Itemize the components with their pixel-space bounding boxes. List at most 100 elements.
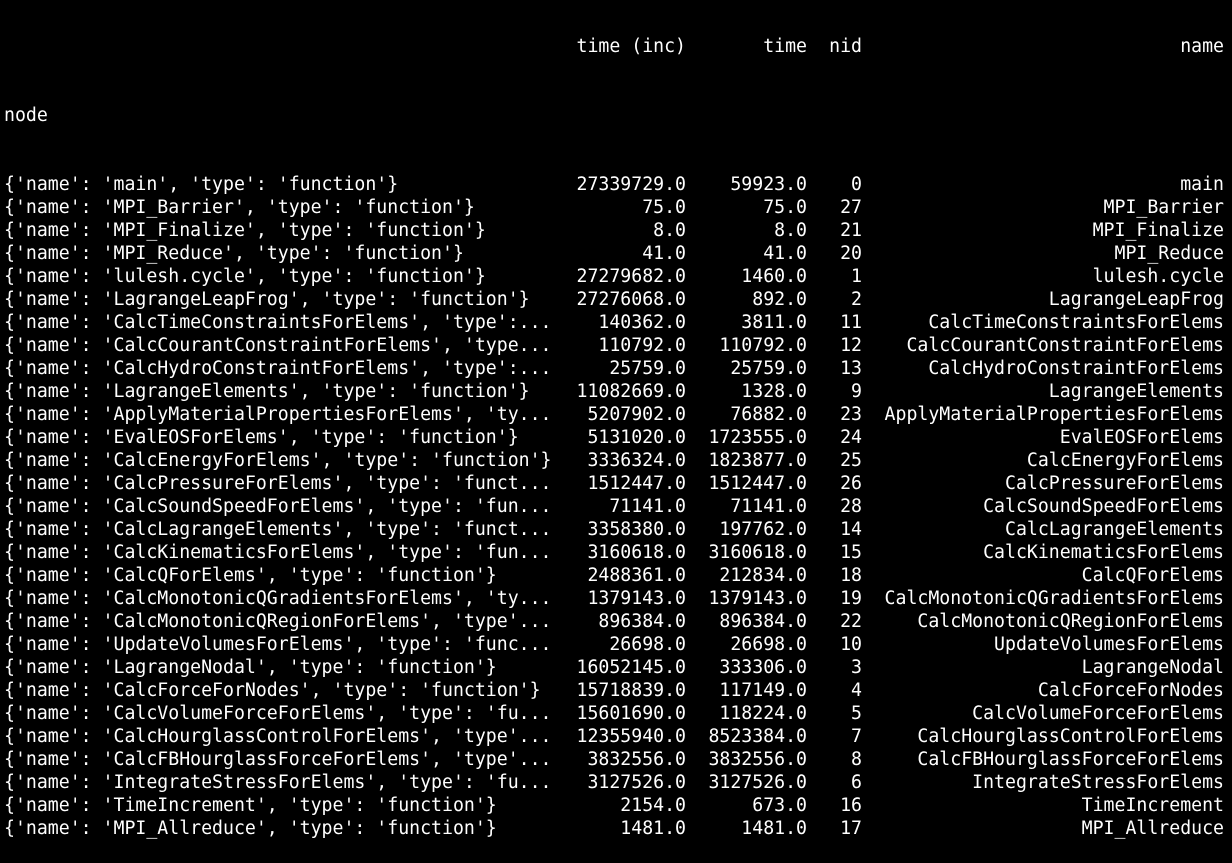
nid-cell: 20	[840, 243, 862, 264]
nid-cell: 19	[840, 588, 862, 609]
table-row: {'name': 'IntegrateStressForElems', 'typ…	[0, 771, 1232, 794]
index-label: node	[4, 105, 48, 126]
node-cell: {'name': 'TimeIncrement', 'type': 'funct…	[4, 795, 497, 816]
name-cell: LagrangeElements	[1048, 381, 1224, 402]
time-inc-cell: 12355940.0	[576, 726, 687, 747]
time-cell: 26698.0	[730, 634, 807, 655]
time-inc-cell: 2488361.0	[587, 565, 686, 586]
name-cell: CalcMonotonicQRegionForElems	[917, 611, 1224, 632]
node-cell: {'name': 'CalcKinematicsForElems', 'type…	[4, 542, 552, 563]
table-row: {'name': 'CalcKinematicsForElems', 'type…	[0, 541, 1232, 564]
node-cell: {'name': 'ApplyMaterialPropertiesForElem…	[4, 404, 552, 425]
column-header-time-inc: time (inc)	[576, 36, 687, 57]
time-inc-cell: 3127526.0	[587, 772, 686, 793]
time-inc-cell: 2154.0	[620, 795, 686, 816]
time-inc-cell: 27339729.0	[576, 174, 687, 195]
nid-cell: 6	[851, 772, 862, 793]
name-cell: EvalEOSForElems	[1059, 427, 1224, 448]
nid-cell: 14	[840, 519, 862, 540]
nid-cell: 7	[851, 726, 862, 747]
time-cell: 3127526.0	[708, 772, 807, 793]
time-inc-cell: 1512447.0	[587, 473, 686, 494]
time-cell: 1460.0	[741, 266, 807, 287]
name-cell: CalcTimeConstraintsForElems	[928, 312, 1224, 333]
table-row: {'name': 'main', 'type': 'function'} 2733…	[0, 173, 1232, 196]
table-row: {'name': 'CalcEnergyForElems', 'type': '…	[0, 449, 1232, 472]
time-cell: 197762.0	[719, 519, 807, 540]
time-cell: 41.0	[763, 243, 807, 264]
node-cell: {'name': 'CalcFBHourglassForceForElems',…	[4, 749, 552, 770]
time-cell: 25759.0	[730, 358, 807, 379]
nid-cell: 1	[851, 266, 862, 287]
nid-cell: 24	[840, 427, 862, 448]
node-cell: {'name': 'IntegrateStressForElems', 'typ…	[4, 772, 552, 793]
nid-cell: 4	[851, 680, 862, 701]
table-row: {'name': 'MPI_Allreduce', 'type': 'funct…	[0, 817, 1232, 840]
time-cell: 1723555.0	[708, 427, 807, 448]
column-header-nid: nid	[829, 36, 862, 57]
node-cell: {'name': 'LagrangeNodal', 'type': 'funct…	[4, 657, 497, 678]
node-cell: {'name': 'CalcForceForNodes', 'type': 'f…	[4, 680, 541, 701]
node-cell: {'name': 'MPI_Allreduce', 'type': 'funct…	[4, 818, 497, 839]
table-row: {'name': 'MPI_Finalize', 'type': 'functi…	[0, 219, 1232, 242]
time-cell: 117149.0	[719, 680, 807, 701]
time-cell: 110792.0	[719, 335, 807, 356]
name-cell: UpdateVolumesForElems	[994, 634, 1224, 655]
time-inc-cell: 15601690.0	[576, 703, 687, 724]
node-cell: {'name': 'CalcSoundSpeedForElems', 'type…	[4, 496, 552, 517]
nid-cell: 17	[840, 818, 862, 839]
node-cell: {'name': 'LagrangeElements', 'type': 'fu…	[4, 381, 530, 402]
time-inc-cell: 896384.0	[598, 611, 686, 632]
name-cell: CalcHydroConstraintForElems	[928, 358, 1224, 379]
nid-cell: 9	[851, 381, 862, 402]
column-header-time: time	[763, 36, 807, 57]
nid-cell: 5	[851, 703, 862, 724]
node-cell: {'name': 'CalcEnergyForElems', 'type': '…	[4, 450, 552, 471]
node-cell: {'name': 'CalcPressureForElems', 'type':…	[4, 473, 552, 494]
time-inc-cell: 3336324.0	[587, 450, 686, 471]
name-cell: MPI_Barrier	[1103, 197, 1224, 218]
table-row: {'name': 'LagrangeLeapFrog', 'type': 'fu…	[0, 288, 1232, 311]
name-cell: CalcEnergyForElems	[1026, 450, 1224, 471]
name-cell: CalcVolumeForceForElems	[972, 703, 1224, 724]
time-cell: 1379143.0	[708, 588, 807, 609]
time-cell: 1328.0	[741, 381, 807, 402]
table-header: time (inc) time nid name	[0, 35, 1232, 58]
table-row: {'name': 'UpdateVolumesForElems', 'type'…	[0, 633, 1232, 656]
table-row: {'name': 'CalcPressureForElems', 'type':…	[0, 472, 1232, 495]
table-row: {'name': 'lulesh.cycle', 'type': 'functi…	[0, 265, 1232, 288]
node-cell: {'name': 'UpdateVolumesForElems', 'type'…	[4, 634, 552, 655]
time-cell: 896384.0	[719, 611, 807, 632]
time-cell: 8.0	[774, 220, 807, 241]
time-inc-cell: 71141.0	[609, 496, 686, 517]
nid-cell: 10	[840, 634, 862, 655]
name-cell: CalcHourglassControlForElems	[917, 726, 1224, 747]
name-cell: lulesh.cycle	[1092, 266, 1224, 287]
time-inc-cell: 5207902.0	[587, 404, 686, 425]
time-inc-cell: 3160618.0	[587, 542, 686, 563]
time-inc-cell: 3832556.0	[587, 749, 686, 770]
time-inc-cell: 75.0	[642, 197, 686, 218]
time-inc-cell: 1379143.0	[587, 588, 686, 609]
time-inc-cell: 26698.0	[609, 634, 686, 655]
nid-cell: 0	[851, 174, 862, 195]
time-inc-cell: 8.0	[653, 220, 686, 241]
table-body: {'name': 'main', 'type': 'function'} 2733…	[0, 173, 1232, 840]
time-cell: 118224.0	[719, 703, 807, 724]
name-cell: CalcPressureForElems	[1005, 473, 1224, 494]
table-row: {'name': 'CalcLagrangeElements', 'type':…	[0, 518, 1232, 541]
table-row: {'name': 'CalcHourglassControlForElems',…	[0, 725, 1232, 748]
name-cell: CalcQForElems	[1081, 565, 1224, 586]
time-cell: 1512447.0	[708, 473, 807, 494]
name-cell: MPI_Allreduce	[1081, 818, 1224, 839]
table-row: {'name': 'CalcCourantConstraintForElems'…	[0, 334, 1232, 357]
node-cell: {'name': 'MPI_Finalize', 'type': 'functi…	[4, 220, 486, 241]
time-cell: 892.0	[752, 289, 807, 310]
nid-cell: 21	[840, 220, 862, 241]
time-inc-cell: 15718839.0	[576, 680, 687, 701]
table-row: {'name': 'CalcMonotonicQGradientsForElem…	[0, 587, 1232, 610]
table-row: {'name': 'CalcQForElems', 'type': 'funct…	[0, 564, 1232, 587]
time-cell: 71141.0	[730, 496, 807, 517]
time-cell: 673.0	[752, 795, 807, 816]
nid-cell: 25	[840, 450, 862, 471]
